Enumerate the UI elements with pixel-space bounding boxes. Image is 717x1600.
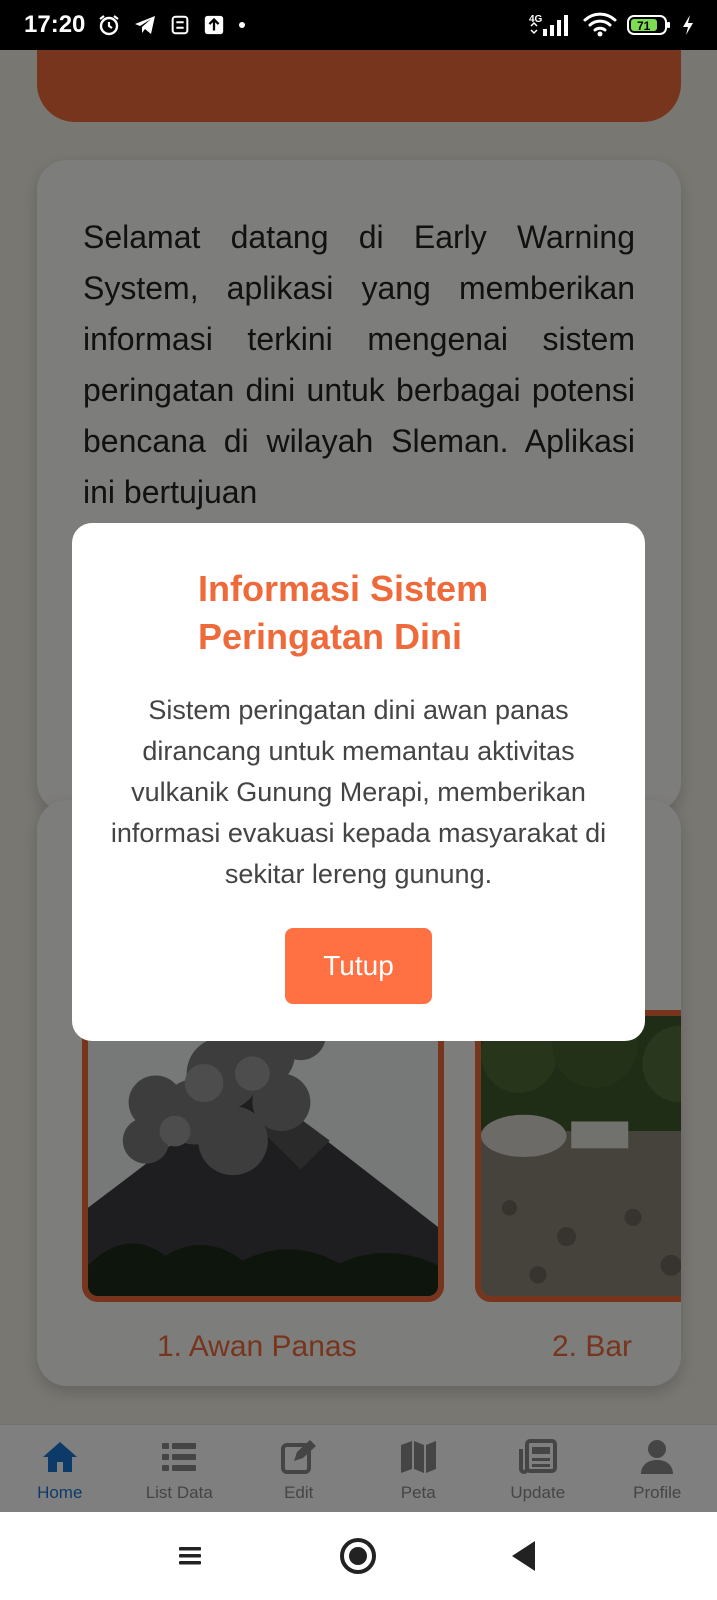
status-bar: 17:20 4G 71 — [0, 0, 717, 50]
wifi-icon — [583, 12, 617, 38]
home-circle-icon[interactable] — [332, 1530, 384, 1582]
back-icon[interactable] — [498, 1530, 550, 1582]
dot-icon — [237, 20, 247, 30]
status-time: 17:20 — [24, 11, 86, 38]
dialog-message: Sistem peringatan dini awan panas diranc… — [110, 695, 607, 889]
signal-icon: 4G — [527, 12, 573, 38]
charging-icon — [681, 14, 695, 36]
battery-level: 71 — [637, 19, 651, 33]
info-dialog: Informasi Sistem Peringatan Dini Sistem … — [72, 523, 645, 1041]
close-button[interactable]: Tutup — [285, 928, 432, 1004]
alarm-icon — [97, 13, 121, 37]
upload-icon — [203, 14, 225, 36]
dialog-title: Informasi Sistem Peringatan Dini — [198, 568, 489, 657]
network-label: 4G — [529, 14, 543, 25]
system-navigation-bar — [0, 1512, 717, 1600]
telegram-icon — [133, 13, 157, 37]
menu-icon[interactable] — [164, 1530, 216, 1582]
battery-icon: 71 — [627, 13, 671, 37]
sync-icon — [169, 14, 191, 36]
